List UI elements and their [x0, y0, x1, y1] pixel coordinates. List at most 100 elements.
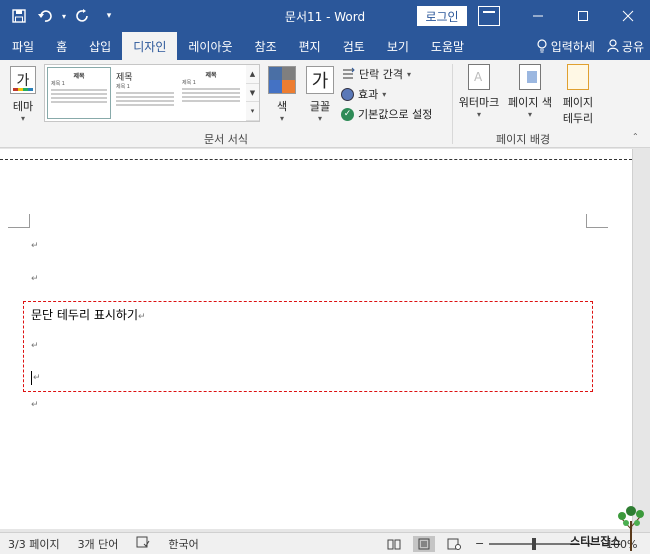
- page-borders-icon: [567, 64, 589, 90]
- paragraph-spacing-button[interactable]: 단락 간격 ▾: [341, 64, 451, 84]
- watermark-label: 워터마크: [458, 96, 500, 109]
- set-default-label: 기본값으로 설정: [358, 108, 433, 121]
- gallery-scroll: ▲ ▼ ▾: [246, 64, 260, 122]
- tell-me-search[interactable]: 입력하세: [536, 38, 595, 55]
- thumb-heading: 제목 1: [182, 80, 196, 86]
- vertical-scrollbar[interactable]: [632, 149, 650, 529]
- language-indicator[interactable]: 한국어: [168, 536, 198, 552]
- paragraph-mark: ↵: [31, 341, 39, 351]
- fonts-label: 글꼴: [309, 100, 331, 113]
- site-watermark-logo: 스티브잡스: [568, 503, 648, 551]
- minimize-icon[interactable]: [515, 0, 560, 32]
- tab-layout[interactable]: 레이아웃: [177, 32, 243, 60]
- theme-icon: 가: [10, 66, 36, 94]
- watermark-icon: A: [468, 64, 490, 90]
- paragraph-mark: ↵: [31, 241, 39, 251]
- document-area: ↵ ↵ 문단 테두리 표시하기↵ ↵ ↵ ↵: [0, 149, 650, 532]
- tree-logo-icon: [618, 506, 644, 551]
- gallery-more-icon[interactable]: ▾: [246, 102, 259, 122]
- zoom-slider[interactable]: [489, 537, 580, 550]
- collapse-ribbon-icon[interactable]: ⌃: [632, 132, 639, 141]
- fonts-button[interactable]: 가 글꼴 ▾: [304, 64, 336, 126]
- style-thumb[interactable]: 제목 제목 1: [179, 67, 243, 119]
- thumb-heading: 제목 1: [51, 81, 65, 87]
- group-separator: [452, 64, 453, 144]
- group-page-bg-label: 페이지 배경: [496, 133, 551, 146]
- colors-dropdown-icon: ▾: [279, 114, 284, 123]
- effects-icon: [341, 87, 354, 101]
- page-count[interactable]: 3/3 페이지: [8, 536, 60, 552]
- maximize-icon[interactable]: [560, 0, 605, 32]
- tab-review[interactable]: 검토: [332, 32, 376, 60]
- thumb-title: 제목: [205, 72, 217, 79]
- page-borders-button[interactable]: 페이지 테두리: [558, 64, 598, 126]
- ribbon-display-options-icon[interactable]: [478, 6, 500, 26]
- page-color-button[interactable]: 페이지 색 ▾: [504, 64, 556, 119]
- paragraph-border: 문단 테두리 표시하기↵ ↵ ↵: [23, 301, 593, 392]
- page-color-dropdown-icon: ▾: [527, 110, 532, 119]
- redo-icon[interactable]: [72, 6, 94, 26]
- themes-button[interactable]: 가 테마 ▾: [8, 64, 38, 126]
- page-color-icon: [519, 64, 541, 90]
- colors-icon: [268, 66, 296, 94]
- quick-access-toolbar: ▾ ▾: [8, 6, 120, 26]
- bordered-paragraph-text: 문단 테두리 표시하기: [31, 308, 138, 322]
- set-default-button[interactable]: ✓ 기본값으로 설정: [341, 104, 451, 124]
- save-icon[interactable]: [8, 6, 30, 26]
- paragraph-spacing-dropdown-icon: ▾: [406, 69, 411, 79]
- zoom-out-icon[interactable]: −: [475, 537, 484, 550]
- fonts-dropdown-icon: ▾: [317, 114, 322, 123]
- paragraph-mark: ↵: [33, 373, 41, 383]
- share-button[interactable]: 공유: [607, 38, 644, 55]
- style-thumb[interactable]: 제목 제목 1: [47, 67, 111, 119]
- tab-right-area: 입력하세 공유: [536, 32, 644, 60]
- paragraph-spacing-label: 단락 간격: [359, 68, 403, 81]
- zoom-slider-thumb[interactable]: [532, 537, 537, 550]
- tab-file[interactable]: 파일: [0, 32, 45, 60]
- ribbon-design: 가 테마 ▾ 제목 제목 1 제목 제목 1 제목 제목 1 ▲ ▼ ▾ 색 ▾: [0, 60, 650, 148]
- thumb-heading: 제목 1: [116, 84, 130, 90]
- watermark-button[interactable]: A 워터마크 ▾: [458, 64, 500, 119]
- login-button[interactable]: 로그인: [417, 6, 467, 26]
- ribbon-tabs: 파일 홈 삽입 디자인 레이아웃 참조 편지 검토 보기 도움말 입력하세 공유: [0, 32, 650, 60]
- status-bar: 3/3 페이지 3개 단어 한국어 − + 100%: [0, 532, 650, 554]
- paragraph-spacing-icon: [343, 67, 355, 79]
- tab-home[interactable]: 홈: [45, 32, 78, 60]
- page-break-line: [0, 159, 632, 160]
- paragraph-mark: ↵: [31, 400, 39, 410]
- close-icon[interactable]: [605, 0, 650, 32]
- colors-label: 색: [276, 100, 288, 113]
- effects-button[interactable]: 효과 ▾: [341, 84, 451, 104]
- tab-mailings[interactable]: 편지: [288, 32, 332, 60]
- page-color-label: 페이지 색: [508, 96, 552, 109]
- gallery-down-icon[interactable]: ▼: [246, 84, 259, 103]
- thumb-title: 제목: [73, 73, 85, 80]
- page-borders-label-1: 페이지: [562, 96, 594, 109]
- proofing-icon[interactable]: [136, 536, 150, 551]
- read-mode-icon[interactable]: [383, 536, 405, 552]
- word-count[interactable]: 3개 단어: [78, 536, 119, 552]
- share-label: 공유: [621, 39, 644, 54]
- tab-view[interactable]: 보기: [376, 32, 420, 60]
- fonts-icon: 가: [306, 66, 334, 94]
- tab-references[interactable]: 참조: [244, 32, 288, 60]
- gallery-up-icon[interactable]: ▲: [246, 65, 259, 84]
- undo-dropdown-icon[interactable]: ▾: [60, 6, 68, 26]
- page-borders-label-2: 테두리: [562, 112, 594, 125]
- tab-help[interactable]: 도움말: [420, 32, 475, 60]
- tab-design[interactable]: 디자인: [122, 32, 178, 60]
- style-thumb[interactable]: 제목 제목 1: [113, 67, 177, 119]
- document-page[interactable]: ↵ ↵ 문단 테두리 표시하기↵ ↵ ↵ ↵: [0, 149, 632, 529]
- print-layout-icon[interactable]: [413, 536, 435, 552]
- margin-corner-left: [8, 214, 30, 228]
- bordered-paragraph[interactable]: 문단 테두리 표시하기↵: [31, 306, 146, 323]
- paragraph-mark: ↵: [138, 312, 146, 322]
- colors-button[interactable]: 색 ▾: [266, 64, 298, 126]
- style-set-gallery: 제목 제목 1 제목 제목 1 제목 제목 1: [44, 64, 260, 122]
- window-controls: [515, 0, 650, 32]
- web-layout-icon[interactable]: [443, 536, 465, 552]
- tab-insert[interactable]: 삽입: [78, 32, 122, 60]
- group-doc-format-label: 문서 서식: [204, 133, 248, 146]
- customize-qat-icon[interactable]: ▾: [98, 6, 120, 26]
- undo-icon[interactable]: [34, 6, 56, 26]
